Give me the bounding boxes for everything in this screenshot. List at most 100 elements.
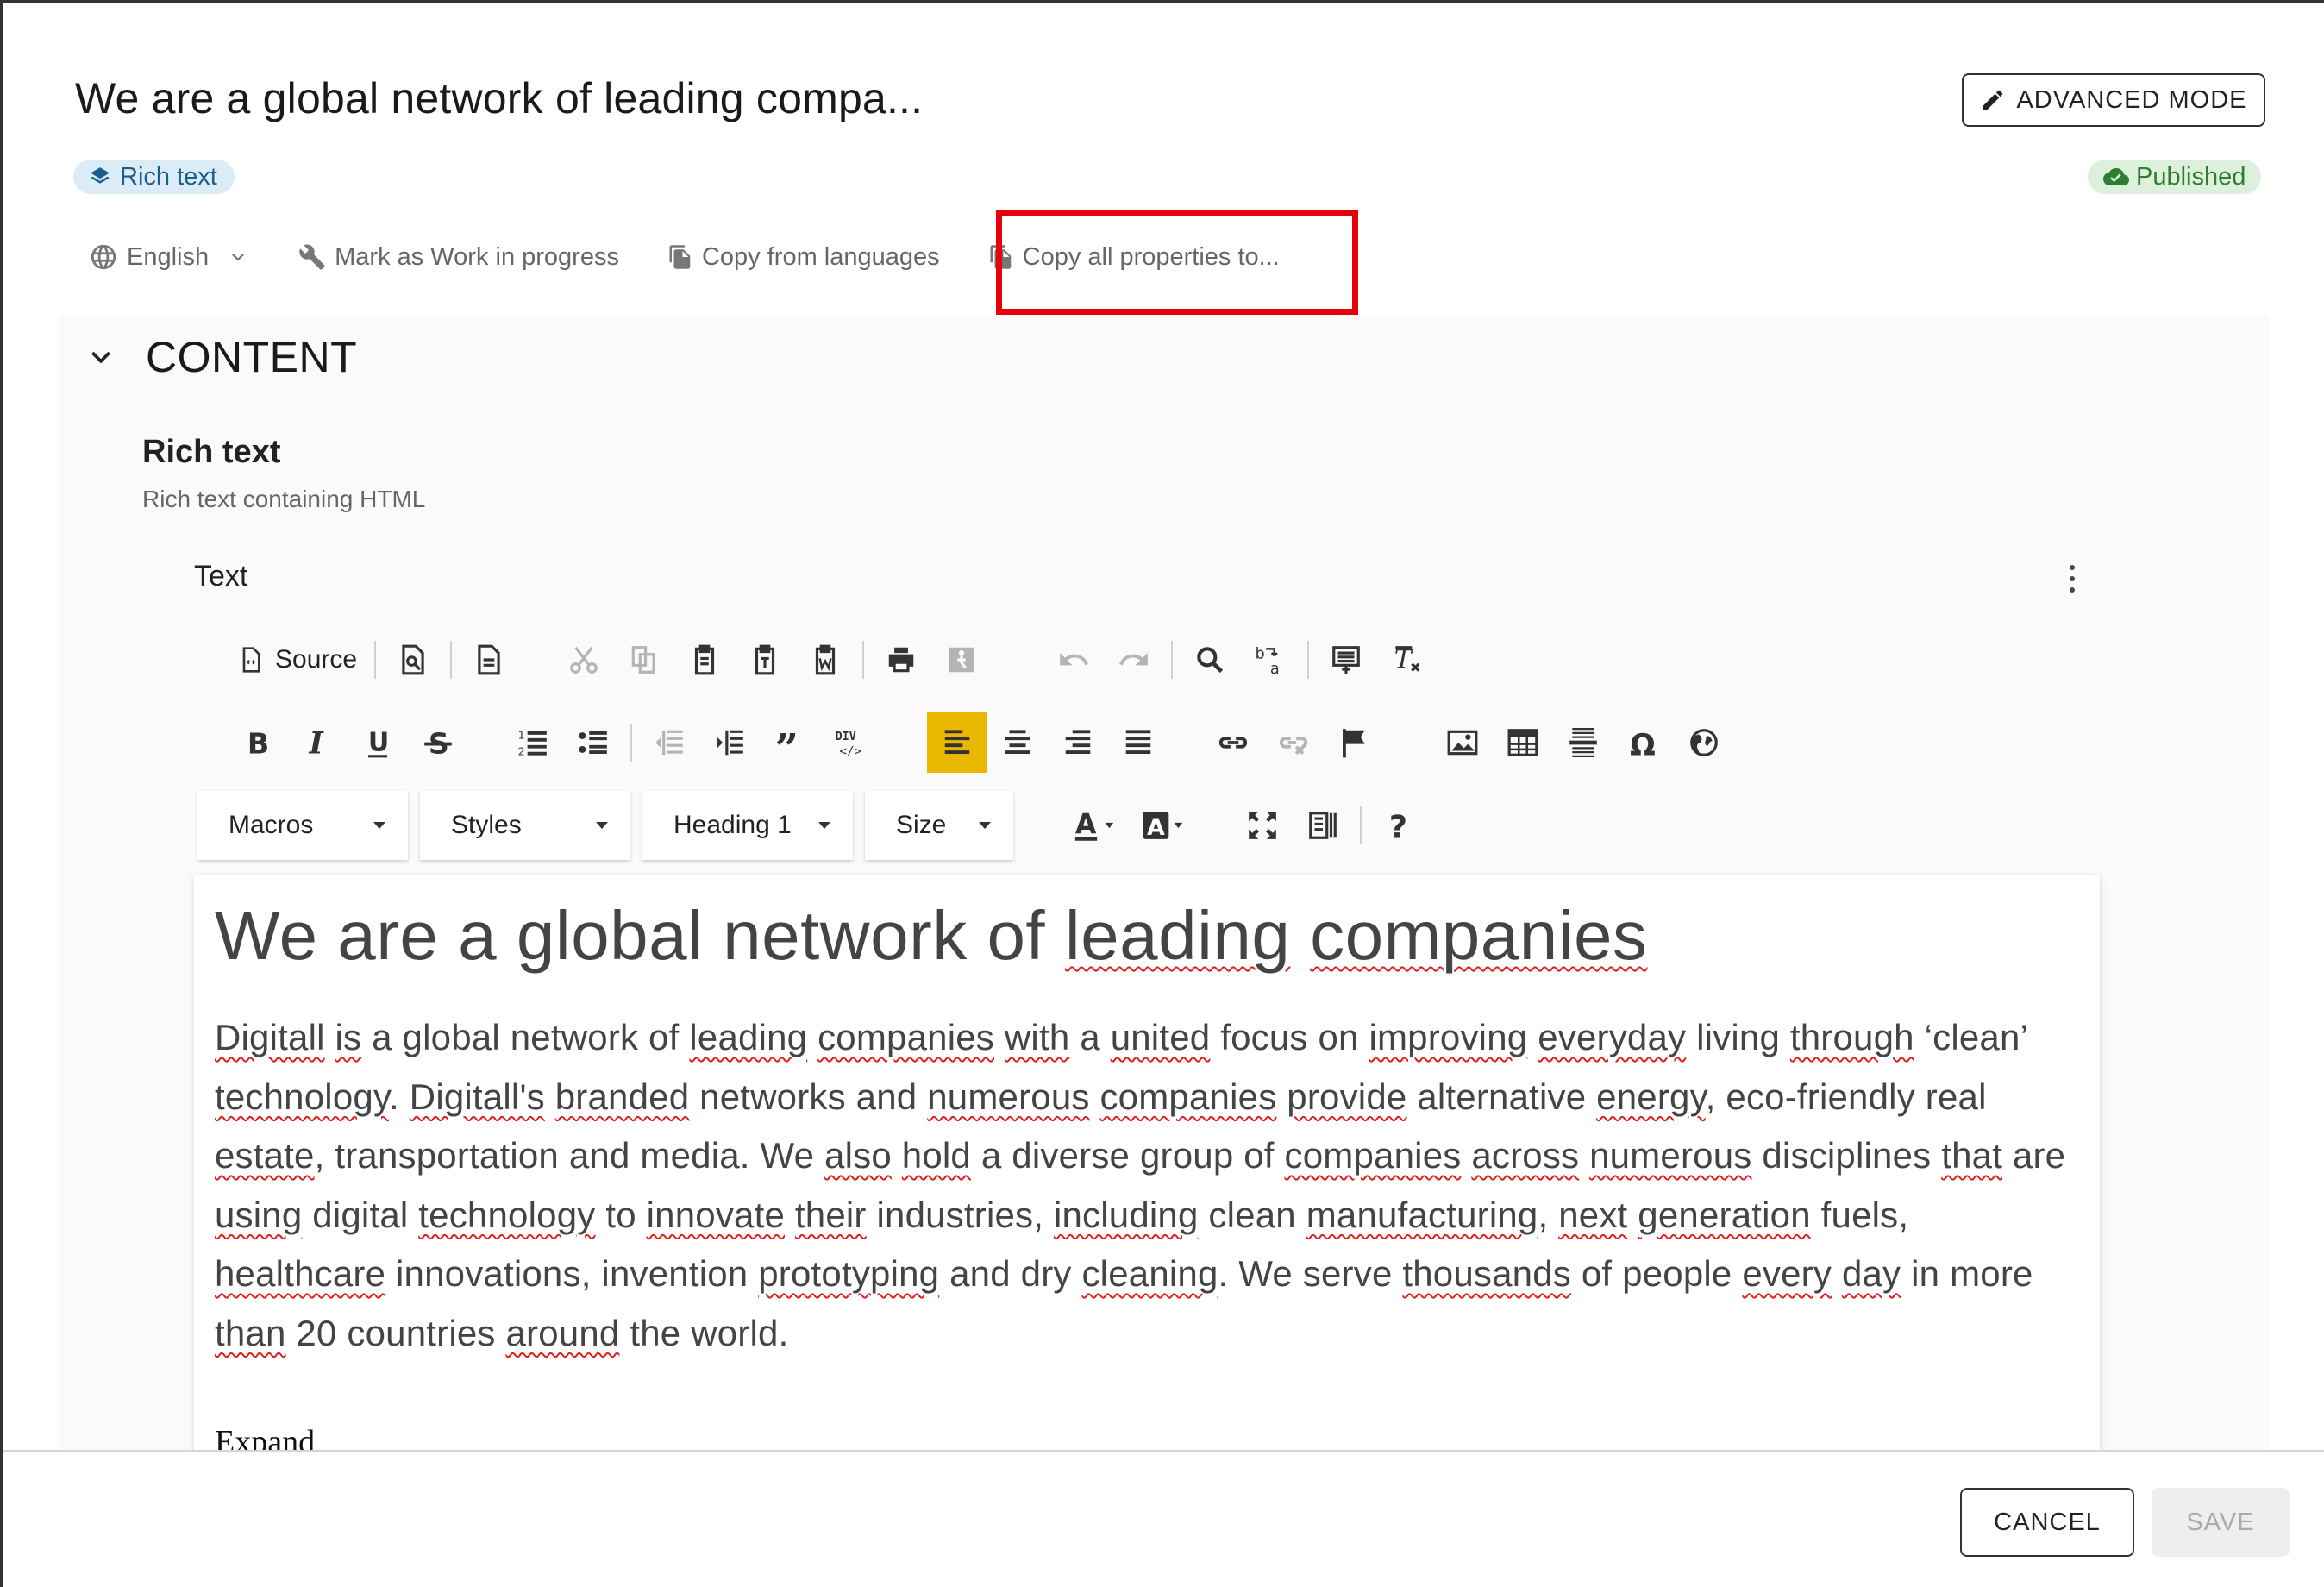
outdent-icon: [655, 730, 683, 756]
redo-icon: [1119, 653, 1148, 666]
save-button[interactable]: SAVE: [2152, 1488, 2290, 1557]
editor-toolbar-row-1: Source ba T: [227, 629, 1437, 691]
misspelled-word: provide: [1287, 1076, 1407, 1117]
text-run: fuels,: [1810, 1194, 1909, 1235]
styles-dropdown[interactable]: Styles: [420, 791, 630, 860]
paste-button[interactable]: [674, 630, 735, 690]
horizontal-rule-icon: [1569, 728, 1597, 757]
create-div-button[interactable]: DIV </>: [820, 712, 880, 773]
remove-format-button[interactable]: T: [1376, 630, 1437, 690]
bulleted-list-icon: [579, 731, 607, 754]
copy-from-languages-button[interactable]: Copy from languages: [667, 243, 940, 272]
text-run: [785, 1195, 795, 1235]
text-color-button[interactable]: A: [1060, 795, 1129, 856]
editor-expand-text: Expand: [215, 1424, 316, 1453]
text-run: [1461, 1135, 1471, 1176]
paste-text-button[interactable]: [735, 630, 795, 690]
numbered-list-button[interactable]: 12: [503, 712, 563, 773]
align-right-button[interactable]: [1048, 712, 1108, 773]
language-selector[interactable]: English: [89, 242, 250, 272]
copy-icon: [631, 646, 655, 674]
link-icon: [1218, 737, 1248, 749]
underline-button[interactable]: U: [348, 712, 408, 773]
italic-button[interactable]: I: [287, 712, 348, 773]
text-run: alternative: [1406, 1076, 1597, 1117]
font-size-dropdown[interactable]: Size: [865, 791, 1013, 860]
find-button[interactable]: [1180, 630, 1240, 690]
replace-button[interactable]: ba: [1240, 630, 1300, 690]
caret-down-icon: [596, 822, 608, 829]
misspelled-word: using: [215, 1194, 303, 1235]
maximize-button[interactable]: [1232, 795, 1293, 856]
paste-word-button[interactable]: [795, 630, 855, 690]
svg-text:A: A: [1147, 814, 1165, 841]
cancel-button[interactable]: CANCEL: [1960, 1488, 2134, 1557]
text-run: in more: [1901, 1253, 2033, 1294]
misspelled-word: day: [1841, 1253, 1901, 1294]
text-run: , eco-friendly real: [1705, 1076, 1987, 1117]
bulleted-list-button[interactable]: [563, 712, 623, 773]
svg-text:</>: </>: [839, 744, 861, 758]
align-left-icon: [944, 730, 970, 754]
text-run: a diverse group of: [971, 1135, 1285, 1176]
help-icon: ?: [1389, 809, 1407, 842]
clipboard-icon: [694, 644, 715, 675]
clipboard-word-icon: [815, 644, 836, 675]
undo-icon: [1060, 653, 1089, 666]
text-run: living: [1686, 1017, 1790, 1057]
background-color-button[interactable]: A: [1129, 795, 1198, 856]
select-all-button[interactable]: [1316, 630, 1376, 690]
misspelled-word: next: [1558, 1194, 1628, 1235]
preview-icon: [402, 644, 424, 675]
text-run: [1527, 1017, 1538, 1057]
align-left-button[interactable]: [927, 712, 987, 773]
misspelled-word: companies: [1099, 1076, 1277, 1117]
text-run: are: [2002, 1135, 2066, 1176]
horizontal-line-button[interactable]: [1553, 712, 1613, 773]
iframe-button[interactable]: [1674, 712, 1734, 773]
indent-icon: [717, 730, 743, 756]
toolbar-separator: [630, 724, 632, 762]
copy-button[interactable]: [614, 630, 674, 690]
accessibility-button[interactable]: [931, 630, 992, 690]
justify-button[interactable]: [1108, 712, 1168, 773]
unlink-button[interactable]: [1263, 712, 1324, 773]
macros-dropdown[interactable]: Macros: [197, 791, 408, 860]
copy-from-languages-label: Copy from languages: [701, 242, 940, 271]
redo-button[interactable]: [1104, 630, 1164, 690]
undo-button[interactable]: [1043, 630, 1104, 690]
text-run: digital: [302, 1194, 419, 1235]
anchor-button[interactable]: [1324, 712, 1384, 773]
special-char-button[interactable]: Ω: [1613, 712, 1674, 773]
preview-button[interactable]: [383, 630, 443, 690]
print-button[interactable]: [871, 630, 931, 690]
cut-button[interactable]: [554, 630, 614, 690]
outdent-button[interactable]: [639, 712, 699, 773]
source-button[interactable]: Source: [227, 630, 367, 690]
strikethrough-icon: S: [424, 727, 452, 759]
mark-work-in-progress-button[interactable]: Mark as Work in progress: [298, 243, 619, 272]
rich-text-editor-area[interactable]: We are a global network of leading compa…: [194, 875, 2100, 1453]
svg-text:Ω: Ω: [1630, 728, 1656, 759]
text-run: and dry: [939, 1253, 1082, 1294]
advanced-mode-button[interactable]: ADVANCED MODE: [1962, 73, 2265, 127]
indent-button[interactable]: [699, 712, 760, 773]
strikethrough-button[interactable]: S: [408, 712, 468, 773]
image-button[interactable]: [1432, 712, 1493, 773]
cloud-check-icon: [2103, 168, 2129, 185]
bold-button[interactable]: B: [227, 712, 287, 773]
align-center-button[interactable]: [987, 712, 1048, 773]
misspelled-word: also: [824, 1135, 892, 1176]
content-type-chip: Rich text: [73, 160, 235, 194]
link-button[interactable]: [1203, 712, 1263, 773]
accessibility-icon: [949, 647, 974, 673]
misspelled-word: around: [505, 1312, 620, 1353]
help-button[interactable]: ?: [1369, 795, 1429, 856]
templates-button[interactable]: [459, 630, 519, 690]
show-blocks-button[interactable]: [1293, 795, 1353, 856]
more-options-icon[interactable]: [2064, 561, 2081, 596]
blockquote-button[interactable]: ”: [760, 712, 820, 773]
format-dropdown[interactable]: Heading 1: [642, 791, 853, 860]
content-section-header[interactable]: CONTENT: [82, 332, 357, 382]
table-button[interactable]: [1493, 712, 1553, 773]
